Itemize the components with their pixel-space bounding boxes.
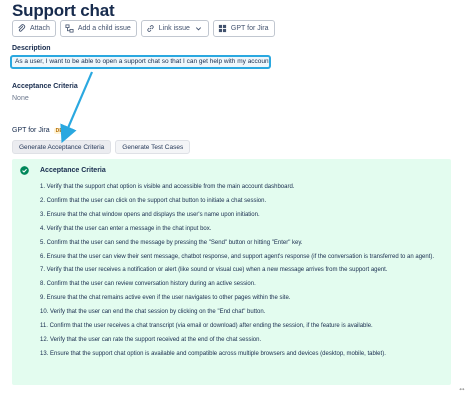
- criteria-item: 6. Ensure that the user can view their s…: [40, 254, 435, 260]
- criteria-item: 5. Confirm that the user can send the me…: [40, 240, 303, 246]
- chevron-down-icon: [194, 24, 203, 33]
- check-circle-icon: [20, 166, 29, 175]
- attach-label: Attach: [30, 25, 50, 32]
- criteria-item: 3. Ensure that the chat window opens and…: [40, 212, 260, 218]
- acceptance-criteria-label: Acceptance Criteria: [12, 83, 78, 90]
- link-icon: [146, 24, 155, 33]
- hierarchy-icon: [65, 24, 74, 33]
- criteria-item: 4. Verify that the user can enter a mess…: [40, 226, 212, 232]
- link-issue-button[interactable]: Link issue: [140, 20, 209, 37]
- description-field[interactable]: As a user, I want to be able to open a s…: [10, 55, 271, 69]
- add-child-issue-button[interactable]: Add a child issue: [59, 20, 137, 37]
- dev-badge: DEV: [53, 127, 69, 134]
- gpt-for-jira-panel-label: GPT for Jira DEV: [12, 127, 69, 134]
- link-issue-label: Link issue: [158, 25, 190, 32]
- criteria-item: 2. Confirm that the user can click on th…: [40, 198, 267, 204]
- criteria-item: 10. Verify that the user can end the cha…: [40, 309, 266, 315]
- resize-handle-icon[interactable]: ⇔: [458, 384, 468, 394]
- paperclip-icon: [17, 24, 26, 33]
- acceptance-criteria-value[interactable]: None: [12, 95, 29, 102]
- generate-acceptance-criteria-button[interactable]: Generate Acceptance Criteria: [12, 140, 112, 154]
- criteria-item: 9. Ensure that the chat remains active e…: [40, 295, 291, 301]
- gpt-for-jira-button[interactable]: GPT for Jira: [212, 20, 275, 37]
- criteria-item: 11. Confirm that the user receives a cha…: [40, 323, 373, 329]
- criteria-list: 1. Verify that the support chat option i…: [40, 183, 445, 364]
- grid-icon: [218, 24, 227, 33]
- gpt-for-jira-label: GPT for Jira: [230, 25, 269, 32]
- gpt-panel-title: GPT for Jira: [12, 127, 50, 134]
- criteria-item: 13. Ensure that the support chat option …: [40, 351, 386, 357]
- criteria-item: 7. Verify that the user receives a notif…: [40, 267, 388, 273]
- page-title: Support chat: [12, 1, 115, 20]
- attach-button[interactable]: Attach: [12, 20, 56, 37]
- generate-test-cases-button[interactable]: Generate Test Cases: [115, 140, 191, 154]
- add-child-issue-label: Add a child issue: [77, 25, 131, 32]
- issue-toolbar: Attach Add a child issue Link issue GPT …: [12, 20, 275, 37]
- acceptance-criteria-result: Acceptance Criteria 1. Verify that the s…: [12, 159, 451, 385]
- criteria-item: 1. Verify that the support chat option i…: [40, 184, 295, 190]
- description-label: Description: [12, 45, 51, 52]
- criteria-item: 8. Confirm that the user can review conv…: [40, 281, 256, 287]
- generate-buttons: Generate Acceptance Criteria Generate Te…: [12, 140, 191, 154]
- result-title: Acceptance Criteria: [40, 167, 106, 174]
- criteria-item: 12. Verify that the user can rate the su…: [40, 337, 262, 343]
